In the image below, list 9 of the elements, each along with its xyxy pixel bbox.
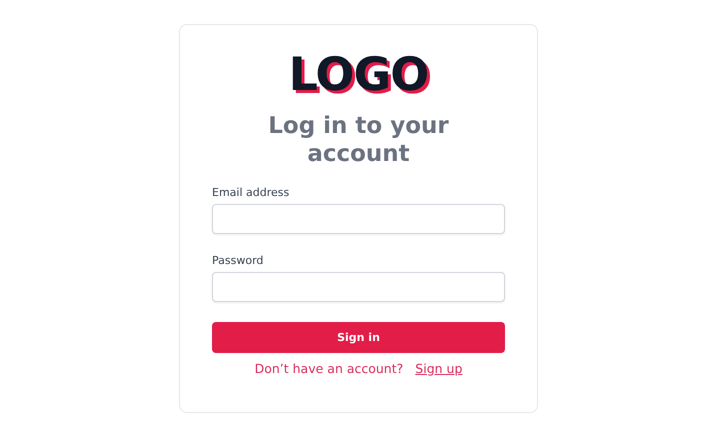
signup-prompt: Don’t have an account? xyxy=(254,360,404,376)
page-title: Log in to your account xyxy=(267,112,450,168)
input-field[interactable] xyxy=(212,272,505,302)
input-field[interactable] xyxy=(212,204,505,234)
field-label: Password xyxy=(212,254,264,267)
sign-in-button[interactable]: Sign in xyxy=(212,322,505,353)
sign-up-link[interactable]: Sign up xyxy=(415,360,462,376)
logo: LOGO xyxy=(288,49,428,100)
field-label: Email address xyxy=(212,186,290,199)
